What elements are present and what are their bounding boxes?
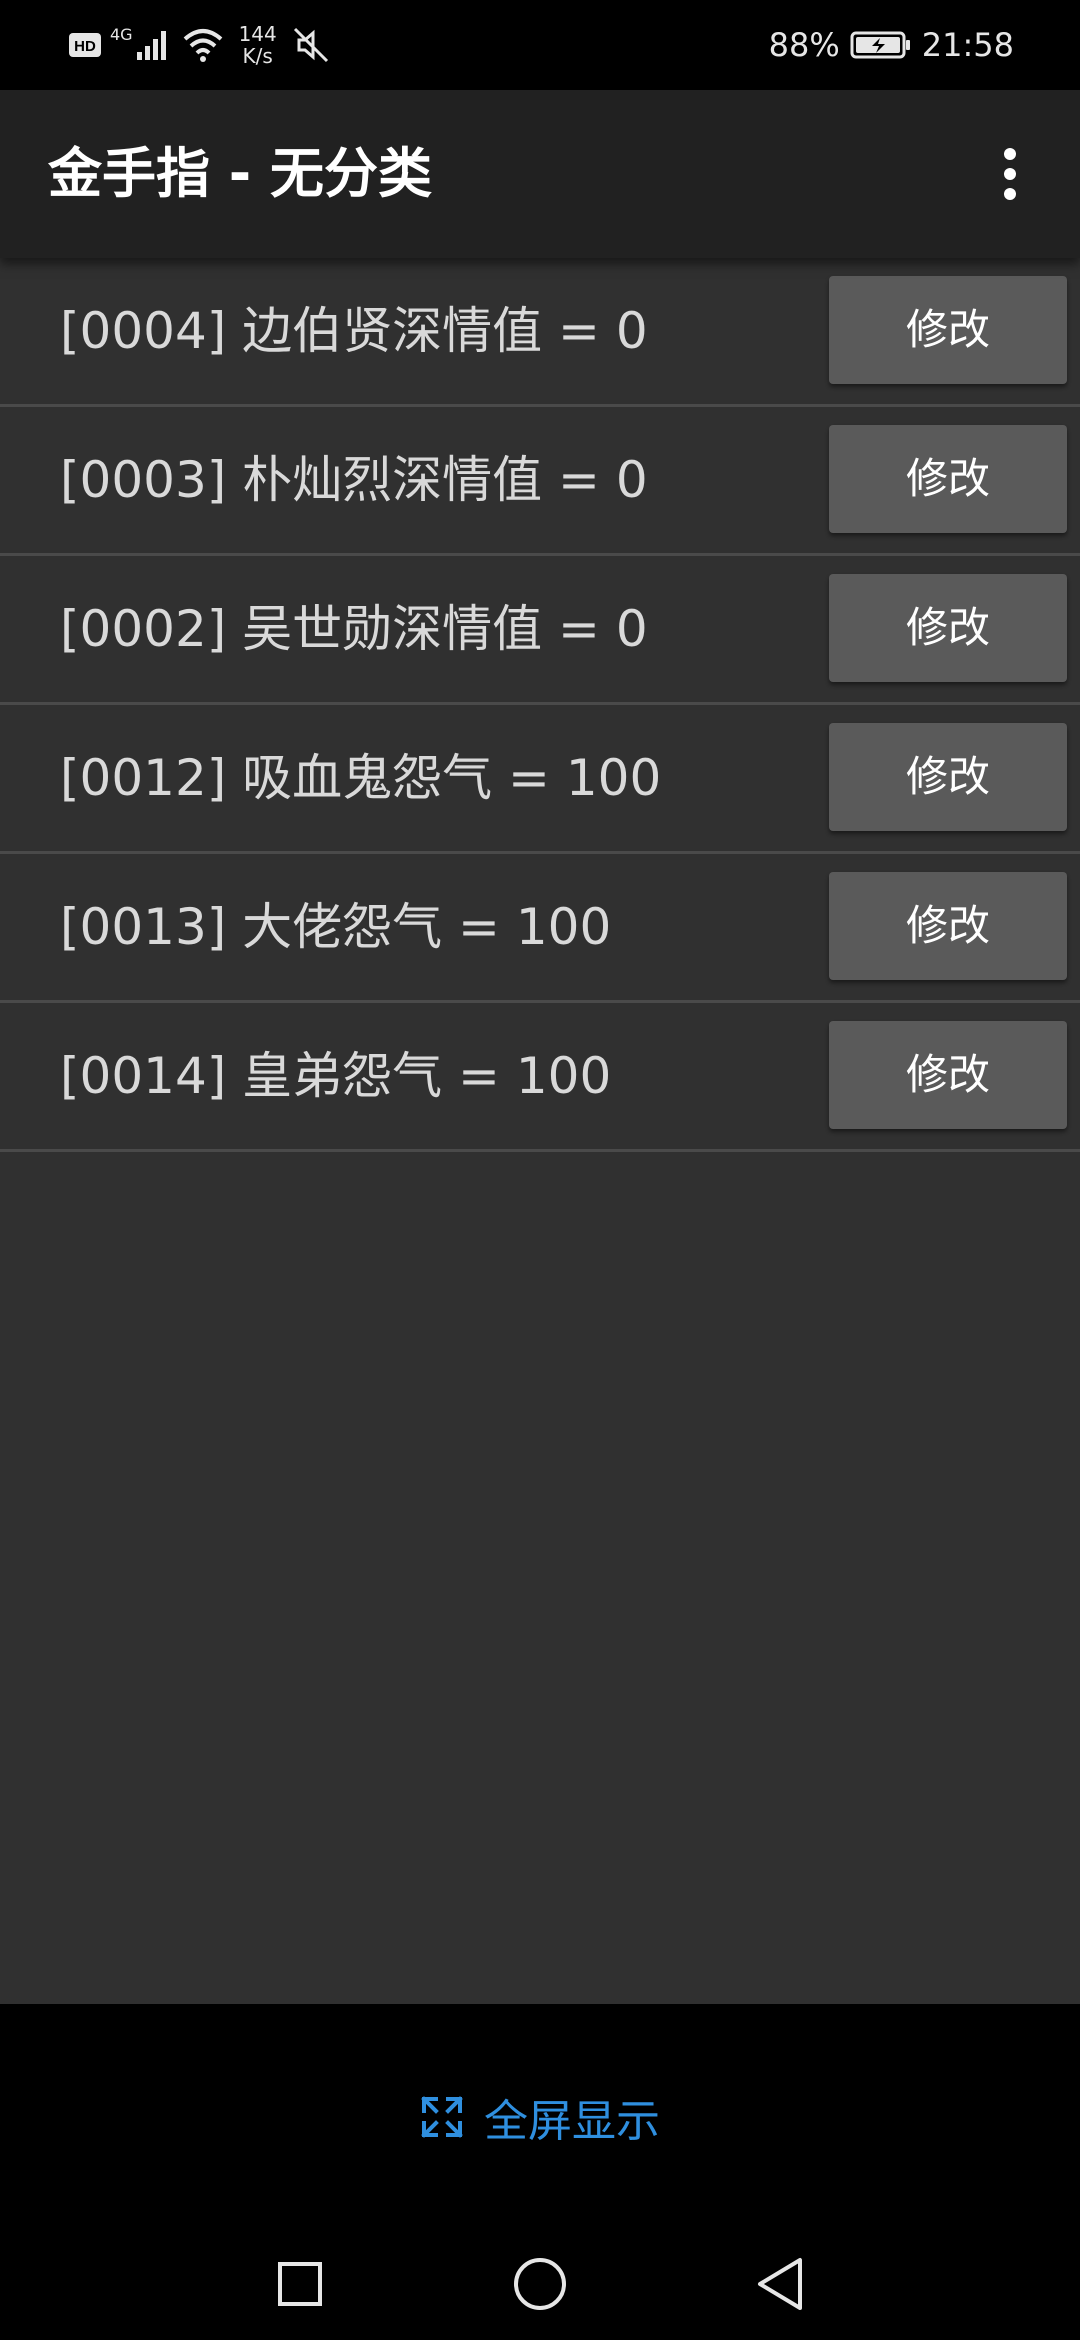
cheat-label: [0012] 吸血鬼怨气 = 100 xyxy=(60,749,662,807)
list-item: [0013] 大佬怨气 = 100 修改 xyxy=(0,854,1080,1003)
edit-button[interactable]: 修改 xyxy=(829,276,1067,384)
svg-text:HD: HD xyxy=(74,38,96,55)
cheat-list: [0004] 边伯贤深情值 = 0 修改 [0003] 朴灿烈深情值 = 0 修… xyxy=(0,258,1080,2004)
more-vert-icon xyxy=(1004,148,1016,200)
back-triangle-icon xyxy=(758,2258,802,2310)
edit-button[interactable]: 修改 xyxy=(829,574,1067,682)
home-button[interactable] xyxy=(505,2249,575,2319)
fullscreen-icon xyxy=(421,2096,463,2138)
page-title: 金手指 - 无分类 xyxy=(48,142,433,205)
back-button[interactable] xyxy=(745,2249,815,2319)
cheat-label: [0014] 皇弟怨气 = 100 xyxy=(60,1047,612,1105)
edit-button[interactable]: 修改 xyxy=(829,1021,1067,1129)
mute-icon xyxy=(293,27,328,63)
edit-button[interactable]: 修改 xyxy=(829,425,1067,533)
list-item: [0012] 吸血鬼怨气 = 100 修改 xyxy=(0,705,1080,854)
signal-icon xyxy=(136,31,166,60)
status-right: 88% 21:58 xyxy=(769,20,1014,70)
cheat-label: [0004] 边伯贤深情值 = 0 xyxy=(60,302,648,360)
app-bar: 金手指 - 无分类 xyxy=(0,90,1080,258)
fullscreen-button[interactable]: 全屏显示 xyxy=(0,2072,1080,2162)
edit-button[interactable]: 修改 xyxy=(829,723,1067,831)
recents-square-icon xyxy=(278,2262,322,2306)
recents-button[interactable] xyxy=(265,2249,335,2319)
edit-button[interactable]: 修改 xyxy=(829,872,1067,980)
list-item: [0002] 吴世勋深情值 = 0 修改 xyxy=(0,556,1080,705)
overflow-menu-button[interactable] xyxy=(970,134,1050,214)
status-bar: HD 4G 144 K/s 88% 21:58 xyxy=(0,0,1080,90)
list-item: [0003] 朴灿烈深情值 = 0 修改 xyxy=(0,407,1080,556)
bottom-bar: 全屏显示 xyxy=(0,2004,1080,2340)
battery-percent: 88% xyxy=(768,26,840,64)
cheat-label: [0002] 吴世勋深情值 = 0 xyxy=(60,600,648,658)
wifi-icon xyxy=(183,29,222,62)
list-item: [0004] 边伯贤深情值 = 0 修改 xyxy=(0,258,1080,407)
clock: 21:58 xyxy=(921,26,1014,64)
fullscreen-label: 全屏显示 xyxy=(484,2096,660,2147)
battery-charging-icon xyxy=(850,31,910,59)
cheat-label: [0003] 朴灿烈深情值 = 0 xyxy=(60,451,648,509)
hd-icon: HD xyxy=(69,33,101,57)
network-type: 4G xyxy=(110,24,133,44)
cheat-label: [0013] 大佬怨气 = 100 xyxy=(60,898,612,956)
speed-unit: K/s xyxy=(242,44,273,68)
speed-value: 144 xyxy=(238,22,277,46)
network-speed: 144 K/s xyxy=(239,23,277,67)
list-item: [0014] 皇弟怨气 = 100 修改 xyxy=(0,1003,1080,1152)
status-left: HD 4G 144 K/s xyxy=(68,20,331,70)
home-circle-icon xyxy=(514,2258,566,2310)
